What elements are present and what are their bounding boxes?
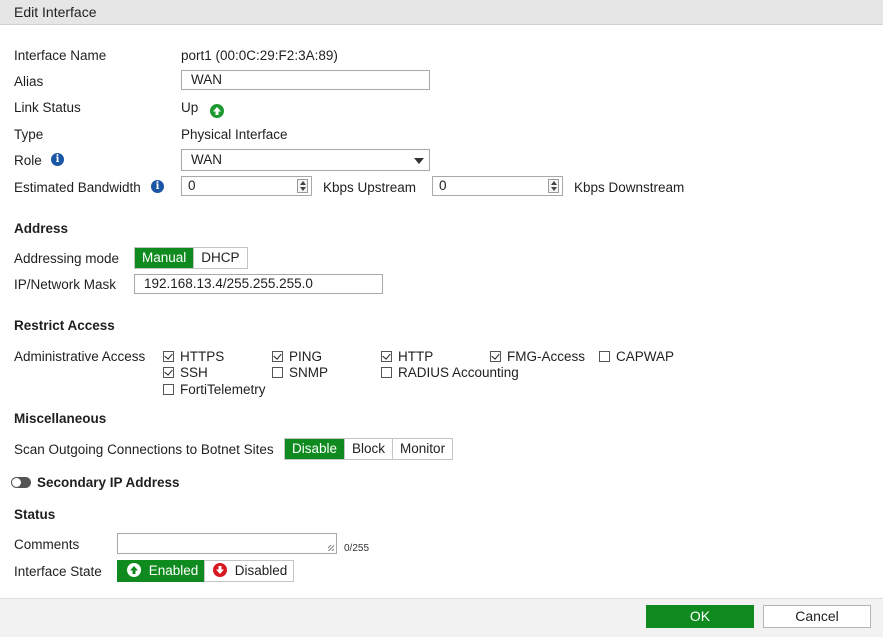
downstream-input[interactable]: 0 <box>432 176 563 196</box>
mode-manual-button[interactable]: Manual <box>135 248 194 268</box>
checkbox-http[interactable]: HTTP <box>381 349 433 364</box>
checkbox-unchecked-icon <box>381 367 392 378</box>
comments-counter: 0/255 <box>344 543 370 554</box>
resize-grip-icon[interactable] <box>328 545 334 551</box>
addressing-mode-toggle: Manual DHCP <box>134 247 248 269</box>
role-select[interactable]: WAN <box>181 149 430 171</box>
checkbox-checked-icon <box>272 351 283 362</box>
downstream-value: 0 <box>439 178 447 193</box>
upstream-unit: Kbps Upstream <box>323 180 417 195</box>
chevron-down-icon <box>414 158 424 164</box>
arrow-down-circle-icon <box>213 563 227 577</box>
downstream-unit: Kbps Downstream <box>574 180 685 195</box>
interface-name-label: Interface Name <box>14 48 107 63</box>
checkbox-ping[interactable]: PING <box>272 349 322 364</box>
addressing-mode-label: Addressing mode <box>14 251 120 266</box>
miscellaneous-heading: Miscellaneous <box>14 411 107 426</box>
alias-input[interactable]: WAN <box>181 70 430 90</box>
checkbox-fmg-access[interactable]: FMG-Access <box>490 349 585 364</box>
upstream-stepper[interactable] <box>297 179 308 193</box>
dialog-titlebar: Edit Interface <box>0 0 883 25</box>
checkbox-unchecked-icon <box>163 384 174 395</box>
checkbox-checked-icon <box>381 351 392 362</box>
state-disabled-label: Disabled <box>234 563 288 578</box>
comments-textarea[interactable] <box>117 533 337 554</box>
checkbox-unchecked-icon <box>272 367 283 378</box>
cancel-button[interactable]: Cancel <box>763 605 871 628</box>
toggle-knob <box>12 478 21 487</box>
checkbox-capwap[interactable]: CAPWAP <box>599 349 674 364</box>
dialog-title: Edit Interface <box>14 4 97 20</box>
checkbox-https[interactable]: HTTPS <box>163 349 224 364</box>
checkbox-unchecked-icon <box>599 351 610 362</box>
state-enabled-button[interactable]: Enabled <box>117 560 204 582</box>
link-status-value: Up <box>181 100 199 115</box>
mode-dhcp-button[interactable]: DHCP <box>193 248 247 268</box>
upstream-input[interactable]: 0 <box>181 176 312 196</box>
ok-button[interactable]: OK <box>646 605 754 628</box>
downstream-stepper[interactable] <box>548 179 559 193</box>
botnet-disable-button[interactable]: Disable <box>285 439 345 459</box>
link-status-label: Link Status <box>14 100 81 115</box>
bandwidth-info-icon[interactable]: i <box>151 180 164 193</box>
link-up-icon <box>210 104 224 118</box>
checkbox-checked-icon <box>163 367 174 378</box>
comments-label: Comments <box>14 537 80 552</box>
role-select-value: WAN <box>191 152 222 167</box>
checkbox-checked-icon <box>163 351 174 362</box>
bandwidth-label: Estimated Bandwidth <box>14 180 141 195</box>
secondary-ip-toggle[interactable] <box>11 477 31 488</box>
interface-name-value: port1 (00:0C:29:F2:3A:89) <box>181 48 338 63</box>
status-heading: Status <box>14 507 56 522</box>
type-label: Type <box>14 127 44 142</box>
upstream-value: 0 <box>188 178 196 193</box>
ip-mask-label: IP/Network Mask <box>14 277 117 292</box>
checkbox-fortitelemetry[interactable]: FortiTelemetry <box>163 382 266 397</box>
admin-access-label: Administrative Access <box>14 349 146 364</box>
botnet-monitor-button[interactable]: Monitor <box>392 439 453 459</box>
secondary-ip-label: Secondary IP Address <box>37 475 180 490</box>
interface-state-label: Interface State <box>14 564 102 579</box>
role-info-icon[interactable]: i <box>51 153 64 166</box>
botnet-block-button[interactable]: Block <box>344 439 393 459</box>
botnet-scan-toggle: Disable Block Monitor <box>284 438 454 460</box>
botnet-scan-label: Scan Outgoing Connections to Botnet Site… <box>14 442 274 457</box>
checkbox-snmp[interactable]: SNMP <box>272 365 328 380</box>
checkbox-ssh[interactable]: SSH <box>163 365 208 380</box>
restrict-access-heading: Restrict Access <box>14 318 115 333</box>
address-heading: Address <box>14 221 69 236</box>
checkbox-checked-icon <box>490 351 501 362</box>
type-value: Physical Interface <box>181 127 288 142</box>
state-disabled-button[interactable]: Disabled <box>204 560 294 582</box>
ip-mask-input[interactable]: 192.168.13.4/255.255.255.0 <box>134 274 383 294</box>
alias-label: Alias <box>14 74 44 89</box>
checkbox-radius-accounting[interactable]: RADIUS Accounting <box>381 365 519 380</box>
role-label: Role <box>14 153 42 168</box>
state-enabled-label: Enabled <box>148 563 199 578</box>
arrow-up-circle-icon <box>127 563 141 577</box>
